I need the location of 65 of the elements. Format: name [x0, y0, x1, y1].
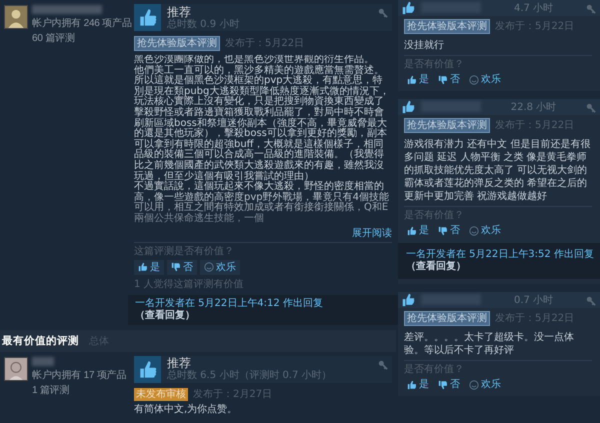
review-count[interactable]: 1 篇评测: [32, 382, 126, 396]
vote-button[interactable]: 否: [435, 378, 463, 391]
helpful-count: 1 人觉得这篇评测有价值: [134, 278, 245, 290]
thumbs-down-icon: [171, 262, 181, 272]
review-text: 没挂就行: [404, 39, 445, 52]
key-icon: [586, 4, 596, 14]
developer-reply-link[interactable]: 一名开发者在 5月22日上午3:52 作出回复: [406, 249, 592, 261]
view-reply-link[interactable]: （查看回复）: [135, 310, 391, 322]
playtime: 4.7 小时: [512, 2, 554, 15]
view-reply-link[interactable]: （查看回复）: [406, 261, 592, 273]
post-date: 发布于：5月22日: [225, 38, 304, 49]
thumbs-up-icon: [407, 74, 417, 84]
vote-button[interactable]: 否: [435, 73, 463, 86]
redacted-username: [32, 356, 54, 366]
review-type-tag: 抢先体验版本评测: [404, 118, 490, 133]
vote-button[interactable]: 否: [435, 224, 463, 237]
review-paragraph: 他們美工一直可以的，黑沙多精美的遊戲應當無需贅述。所以這就是個黑色沙漠框架的pvp大逃殺，有點意思，特別是現在類pubg大逃殺類型降低熱度逐漸式微的情況下，玩法核心實際上沒有變化，只是把搜到物資換東西變成了擊殺野怪或者路邊寶箱獲取戰利品罷了，對局中時不時會刷新區域boss和祭壇迷你副本（強度不高，畢竟威脅最大的還是其他玩家），擊殺boss可以拿到更好的獎勵，副本可以拿到有時限的超強buff，大概就是這樣個樣子，相同品級的裝備三個可以合成高一品級的進階裝備。（我覺得比之前幾個國產的武俠類大逃殺遊戲來的有趣，雖然我沒玩過，但至少這個有吸引我嘗試的理由）: [134, 66, 390, 182]
vote-button[interactable]: 是: [404, 73, 432, 86]
vote-button[interactable]: 欢乐: [200, 260, 240, 274]
thumbs-down-icon: [438, 380, 448, 390]
playtime: 总时数 6.5 小时（评测时 0.7 小时）: [167, 370, 333, 381]
vote-button[interactable]: 欢乐: [466, 378, 504, 391]
thumbs-down-icon: [438, 74, 448, 84]
review-text: 游戏很有潜力 还有中文 但是目前还是有很多问题 延迟 人物平衡 之类 像是黄毛拳师的抓取技能优先度太高了 可以无视大剑的霸体或者莲花的弹反之类的 希望在之后的更新中更加完善 祝游戏越做越好: [404, 138, 592, 203]
playtime: 0.7 小时: [512, 294, 554, 307]
smiley-icon: [469, 226, 479, 236]
vote-button[interactable]: 欢乐: [466, 224, 504, 237]
key-icon: [378, 8, 388, 18]
smiley-icon: [469, 380, 479, 390]
read-more-link[interactable]: 展开阅读: [352, 228, 392, 238]
thumbs-down-icon: [438, 226, 448, 236]
review-paragraph: 有简体中文,为你点赞。: [134, 404, 238, 416]
review-count[interactable]: 60 篇评测: [32, 31, 132, 45]
review-paragraph: 不過實話說，這個玩起來不像大逃殺，野怪的密度相當的高，像一些遊戲的高密度pvp野外戰場，畢竟只有4個技能可以用，相互之間有特效加成或者有銜接銜接關係，Q和E兩個公共保命逃生技能，一個: [134, 182, 390, 224]
vote-button[interactable]: 否: [167, 260, 197, 274]
developer-reply-link[interactable]: 一名开发者在 5月22日上午4:12 作出回复: [135, 298, 391, 310]
redacted-username: [32, 5, 102, 14]
section-title: 最有价值的评测: [2, 334, 79, 348]
thumbs-up-icon: [138, 262, 148, 272]
review-type-tag: 抢先体验版本评测: [404, 19, 490, 34]
smiley-icon: [469, 74, 479, 84]
review-type-tag: 抢先体验版本评测: [134, 36, 220, 51]
verdict-title: 推荐: [167, 6, 192, 18]
product-count[interactable]: 帐户内拥有 17 项产品: [32, 368, 126, 382]
avatar-icon[interactable]: [4, 356, 28, 380]
helpful-question: 这篇评测是否有价值？: [134, 246, 235, 256]
verdict-title: 推荐: [167, 357, 192, 370]
review-text: 差评。。。。太卡了超级卡。没一点体验。等以后不卡了再好评: [404, 331, 575, 357]
product-count[interactable]: 帐户内拥有 246 项产品: [32, 16, 132, 30]
vote-button[interactable]: 是: [404, 378, 432, 391]
vote-button[interactable]: 是: [404, 224, 432, 237]
key-icon: [586, 103, 596, 113]
playtime: 22.8 小时: [510, 100, 558, 114]
vote-button[interactable]: 是: [134, 260, 164, 274]
key-icon: [378, 360, 388, 370]
review-type-tag: 抢先体验版本评测: [404, 311, 490, 326]
smiley-icon: [204, 262, 214, 272]
key-icon: [586, 296, 596, 306]
thumbs-up-icon: [407, 226, 417, 236]
post-date: 发布于：2月27日: [193, 388, 272, 400]
thumbs-up-icon: [407, 380, 417, 390]
vote-button[interactable]: 欢乐: [466, 73, 504, 86]
avatar-icon[interactable]: [4, 5, 28, 29]
review-type-tag: 未发布审核: [134, 388, 188, 400]
playtime: 总时数 0.9 小时: [167, 18, 240, 30]
